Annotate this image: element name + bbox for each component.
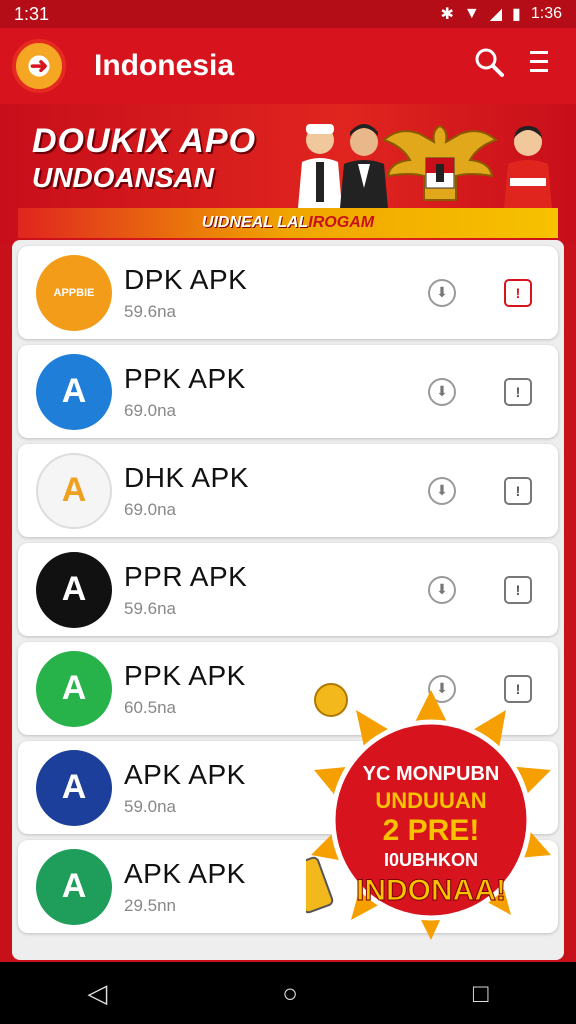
promo-burst-badge[interactable]: YC MONPUBN UNDUUAN 2 PRE! I0UBHKON INDON… — [306, 680, 556, 960]
app-logo[interactable]: ➜ — [12, 39, 66, 93]
promo-line-5: INDONAA! — [356, 874, 506, 907]
app-name: PPK APK — [124, 362, 246, 394]
options-icon[interactable]: ! — [504, 377, 532, 406]
ribbon-text-a: UIDNEAL LAL — [201, 214, 309, 231]
battery-icon: ▮ — [512, 6, 521, 23]
garuda-emblem — [382, 124, 498, 201]
app-icon: A — [36, 650, 112, 727]
list-item[interactable]: A DHK APK 69.0na ⬇ ! — [18, 444, 558, 537]
app-size: 59.6na — [124, 598, 176, 618]
options-icon[interactable]: ! — [504, 575, 532, 604]
status-clock-right: 1:36 — [530, 5, 562, 22]
app-size: 59.6na — [124, 301, 176, 321]
banner-ribbon: UIDNEAL LAL IROGAM — [18, 208, 558, 238]
search-icon[interactable] — [464, 46, 514, 86]
promo-line-3: 2 PRE! — [383, 814, 480, 847]
list-item[interactable]: A PPK APK 69.0na ⬇ ! — [18, 345, 558, 438]
app-icon: A — [36, 353, 112, 430]
download-icon[interactable]: ⬇ — [428, 476, 456, 505]
page-title: Indonesia — [94, 49, 235, 82]
download-icon[interactable]: ⬇ — [428, 377, 456, 406]
app-icon: A — [36, 551, 112, 628]
app-icon: A — [36, 749, 112, 826]
status-time: 1:31 — [14, 3, 50, 24]
list-item[interactable]: A PPR APK 59.6na ⬇ ! — [18, 543, 558, 636]
app-icon: A — [36, 452, 112, 529]
promo-line-4: I0UBHKON — [384, 850, 478, 870]
person-illustration — [504, 126, 552, 208]
back-button[interactable]: ◁ — [87, 978, 107, 1009]
options-icon[interactable]: ! — [504, 278, 532, 307]
wifi-icon: ▼ — [463, 5, 480, 22]
bluetooth-icon: ✱ — [440, 6, 454, 23]
signal-icon: ◢ — [489, 6, 503, 23]
promo-line-1: YC MONPUBN — [363, 763, 500, 785]
home-button[interactable]: ○ — [282, 978, 298, 1009]
app-name: PPR APK — [124, 560, 248, 592]
ribbon-text-b: IROGAM — [308, 214, 375, 231]
promo-banner[interactable]: DOUKIX APO UNDOANSAN UIDNEAL LAL IROGAM — [0, 104, 576, 244]
app-size: 69.0na — [124, 400, 176, 420]
download-icon[interactable]: ⬇ — [428, 278, 456, 307]
menu-icon[interactable] — [514, 49, 564, 83]
promo-line-2: UNDUUAN — [375, 788, 486, 813]
banner-headline: DOUKIX APO — [32, 122, 257, 160]
app-name: DPK APK — [124, 263, 248, 295]
download-icon[interactable]: ⬇ — [428, 575, 456, 604]
app-icon: A — [36, 848, 112, 925]
banner-subheadline: UNDOANSAN — [32, 162, 214, 193]
status-bar: 1:31 ✱ ▼ ◢ ▮ 1:36 — [0, 0, 576, 28]
system-nav-bar: ◁ ○ □ — [0, 962, 576, 1024]
app-name: DHK APK — [124, 461, 249, 493]
recents-button[interactable]: □ — [473, 978, 489, 1009]
list-item[interactable]: APPBIE DPK APK 59.6na ⬇ ! — [18, 246, 558, 339]
app-bar: ➜ Indonesia — [0, 28, 576, 104]
app-size: 69.0na — [124, 499, 176, 519]
options-icon[interactable]: ! — [504, 476, 532, 505]
app-icon: APPBIE — [36, 254, 112, 331]
